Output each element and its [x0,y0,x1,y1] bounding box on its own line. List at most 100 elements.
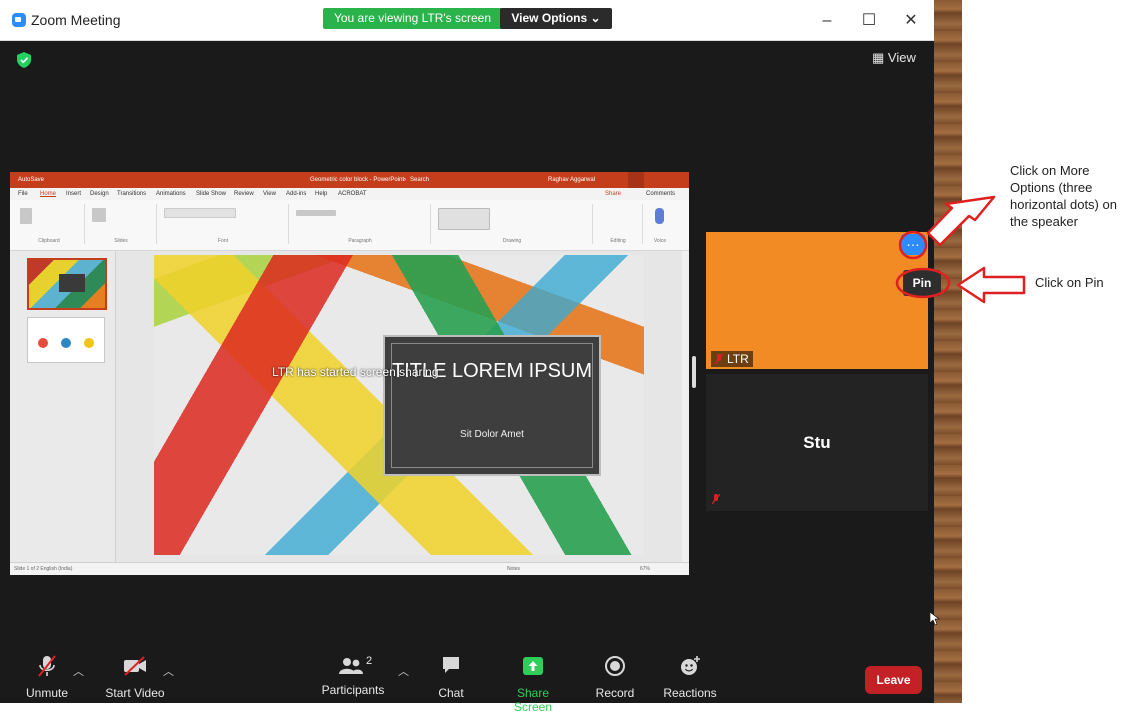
video-off-icon [124,656,146,676]
slide-thumbnail-2 [27,317,105,363]
start-video-label: Start Video [105,686,165,700]
started-sharing-notice: LTR has started screen sharing [272,365,439,379]
share-screen-label: Share Screen [513,686,553,714]
slide-subtitle: Sit Dolor Amet [460,429,524,440]
window-title: Zoom Meeting [31,12,121,28]
ppt-title: Geometric color block - PowerPoint [310,177,405,183]
reactions-label: Reactions [663,686,717,700]
ribbon-group-slides: Slides [86,204,157,244]
paragraph-tools-icon [296,210,336,216]
ppt-menu-slideshow: Slide Show [196,191,227,197]
mouse-cursor-icon [930,612,940,626]
participants-count: 2 [366,655,373,667]
audio-options-caret[interactable]: ︿ [73,663,84,679]
ppt-menu-help: Help [315,191,328,197]
chevron-down-icon: ⌄ [590,11,601,25]
participant-name-stu: Stu [803,433,831,452]
ribbon-group-font: Font [158,204,289,244]
participant-name-ltr: LTR [711,351,753,367]
close-icon[interactable]: ✕ [899,10,923,32]
pin-menu-item[interactable]: Pin [903,270,941,296]
pin-instruction: Click on Pin [1035,275,1104,290]
ppt-status-notes: Notes [507,566,521,572]
ppt-menu-addins: Add-ins [286,191,307,197]
view-options-label: View Options [511,11,588,25]
ppt-ribbon: Clipboard Slides Font Paragraph Drawing … [10,200,689,251]
ppt-search-icon: ⌕ [403,177,407,183]
participants-button[interactable]: 2 Participants [321,655,385,697]
participant-label-ltr: LTR [727,352,749,366]
participant-tile-ltr[interactable] [706,232,928,369]
ribbon-group-editing: Editing [594,204,643,244]
reactions-button[interactable]: Reactions [663,655,717,700]
ppt-menu-transitions: Transitions [117,191,147,197]
paste-icon [20,208,32,224]
ribbon-group-clipboard: Clipboard [14,204,85,244]
start-video-button[interactable]: Start Video [104,655,166,700]
ppt-status-bar: Slide 1 of 2 English (India) Notes 67% [10,562,689,575]
thumbnail-dot-red [38,338,48,348]
ribbon-label-clipboard: Clipboard [38,238,60,244]
ppt-status-left: Slide 1 of 2 English (India) [14,566,73,572]
video-options-caret[interactable]: ︿ [163,663,174,679]
shared-screen: AutoSave Geometric color block - PowerPo… [10,172,689,575]
font-name-box [164,208,236,218]
ribbon-group-voice: Voice [644,204,676,244]
viewing-screen-banner: You are viewing LTR's screen [323,8,502,29]
panel-splitter-handle[interactable] [692,356,696,388]
mic-muted-icon [712,494,720,505]
maximize-icon[interactable]: ☐ [857,10,881,32]
share-screen-button[interactable]: Share Screen [497,655,569,714]
more-options-instruction: Click on More Options (three horizontal … [1010,163,1117,229]
ppt-search: Search [410,177,430,183]
zoom-window: Zoom Meeting You are viewing LTR's scree… [0,0,941,714]
ppt-menu-acrobat: ACROBAT [338,191,367,197]
view-options-button[interactable]: View Options ⌄ [500,8,612,29]
ribbon-group-paragraph: Paragraph [290,204,431,244]
shapes-gallery-icon [438,208,490,230]
thumbnail-dot-yellow [84,338,94,348]
mic-muted-icon [715,354,723,365]
participants-options-caret[interactable]: ︿ [398,663,409,679]
new-slide-icon [92,208,106,222]
ppt-title-bar: AutoSave Geometric color block - PowerPo… [10,172,689,188]
zoom-logo-icon [12,13,26,27]
ribbon-group-drawing: Drawing [432,204,593,244]
ppt-status-zoom: 67% [640,566,651,572]
ppt-minimize-icon [628,172,644,188]
thumbnail-title-box [59,274,85,292]
ppt-menu-view: View [263,191,276,197]
record-icon [605,656,625,676]
ppt-menu-animations: Animations [156,191,186,197]
ribbon-label-font: Font [217,238,228,244]
view-label: View [887,50,916,65]
view-layout-button[interactable]: ▦ View [872,48,916,68]
participants-label: Participants [321,683,385,697]
reactions-emoji-icon [681,656,700,675]
grid-icon: ▦ [872,50,885,65]
more-options-button[interactable]: … [901,234,925,255]
thumbnail-dot-blue [61,338,71,348]
participants-icon-group: 2 [321,655,385,677]
slide-title-box: TITLE LOREM IPSUM Sit Dolor Amet [383,335,601,476]
share-screen-icon [523,657,543,675]
ppt-menu-insert: Insert [66,191,82,197]
record-label: Record [595,686,635,700]
chat-button[interactable]: Chat [434,655,468,700]
leave-button[interactable]: Leave [865,666,922,694]
encryption-shield-icon[interactable] [17,52,31,68]
ribbon-label-paragraph: Paragraph [348,238,372,244]
ppt-menu-design: Design [90,191,109,197]
ppt-comments: Comments [646,191,676,197]
unmute-label: Unmute [25,686,69,700]
ribbon-label-editing: Editing [610,238,626,244]
chat-label: Chat [438,686,464,700]
record-button[interactable]: Record [595,655,635,700]
mic-muted-icon [38,655,56,677]
desktop-background [934,0,962,703]
ribbon-label-drawing: Drawing [502,238,522,244]
dictate-mic-icon [655,208,664,224]
ppt-menu-home: Home [40,191,57,197]
minimize-icon[interactable]: – [815,10,839,32]
unmute-button[interactable]: Unmute [24,655,70,700]
